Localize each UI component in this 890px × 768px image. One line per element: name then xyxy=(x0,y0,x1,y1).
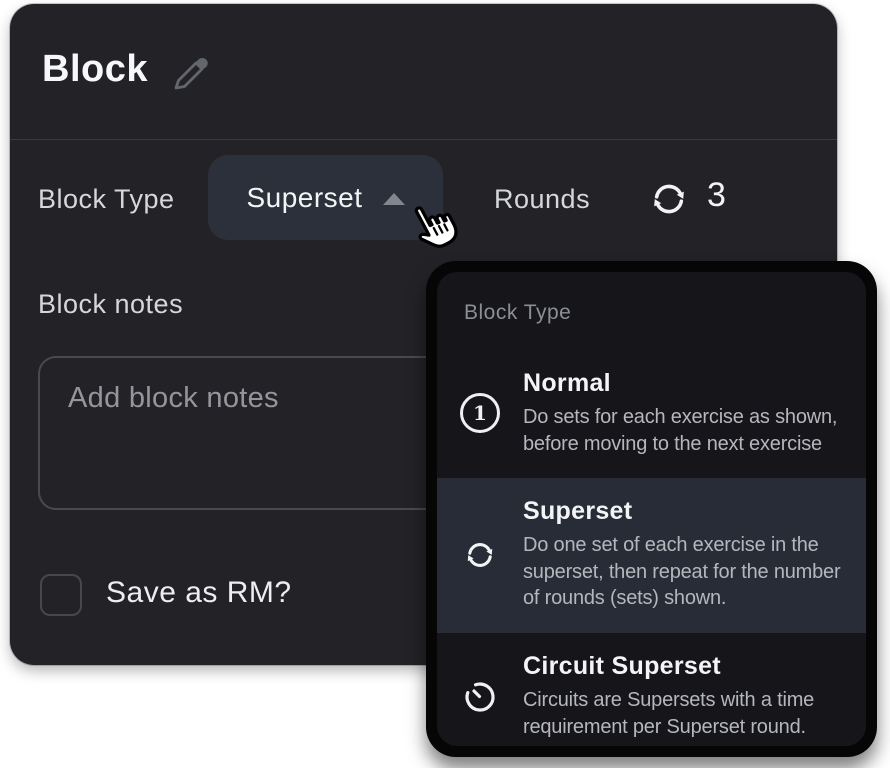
block-type-dropdown-menu: Block Type 1 Normal Do sets for each exe… xyxy=(426,261,877,757)
timer-icon xyxy=(458,676,502,716)
block-type-dropdown-button[interactable]: Superset xyxy=(208,155,443,240)
block-notes-label: Block notes xyxy=(38,289,183,320)
dropdown-menu-inner: Block Type 1 Normal Do sets for each exe… xyxy=(437,272,866,746)
option-title: Superset xyxy=(523,497,856,526)
rounds-label: Rounds xyxy=(494,184,590,215)
page-title: Block xyxy=(42,48,148,91)
header-divider xyxy=(10,139,837,140)
chevron-up-icon xyxy=(383,193,405,205)
rounds-value[interactable]: 3 xyxy=(707,176,726,215)
option-title: Normal xyxy=(523,369,856,398)
save-rm-label: Save as RM? xyxy=(106,576,292,610)
save-rm-checkbox[interactable] xyxy=(40,574,82,616)
option-description: Do one set of each exercise in the super… xyxy=(523,532,856,612)
circled-one-icon: 1 xyxy=(458,393,502,433)
dropdown-option-circuit-superset[interactable]: Circuit Superset Circuits are Supersets … xyxy=(437,633,866,746)
option-title: Circuit Superset xyxy=(523,652,856,681)
repeat-icon xyxy=(646,176,692,222)
option-description: Do sets for each exercise as shown, befo… xyxy=(523,404,856,457)
repeat-icon xyxy=(458,536,502,574)
option-description: Circuits are Supersets with a time requi… xyxy=(523,687,856,740)
block-type-label: Block Type xyxy=(38,184,175,215)
block-type-value: Superset xyxy=(246,182,362,214)
dropdown-option-normal[interactable]: 1 Normal Do sets for each exercise as sh… xyxy=(437,350,866,478)
dropdown-option-superset[interactable]: Superset Do one set of each exercise in … xyxy=(437,478,866,633)
edit-pencil-icon[interactable] xyxy=(167,52,215,94)
dropdown-header: Block Type xyxy=(464,301,866,325)
